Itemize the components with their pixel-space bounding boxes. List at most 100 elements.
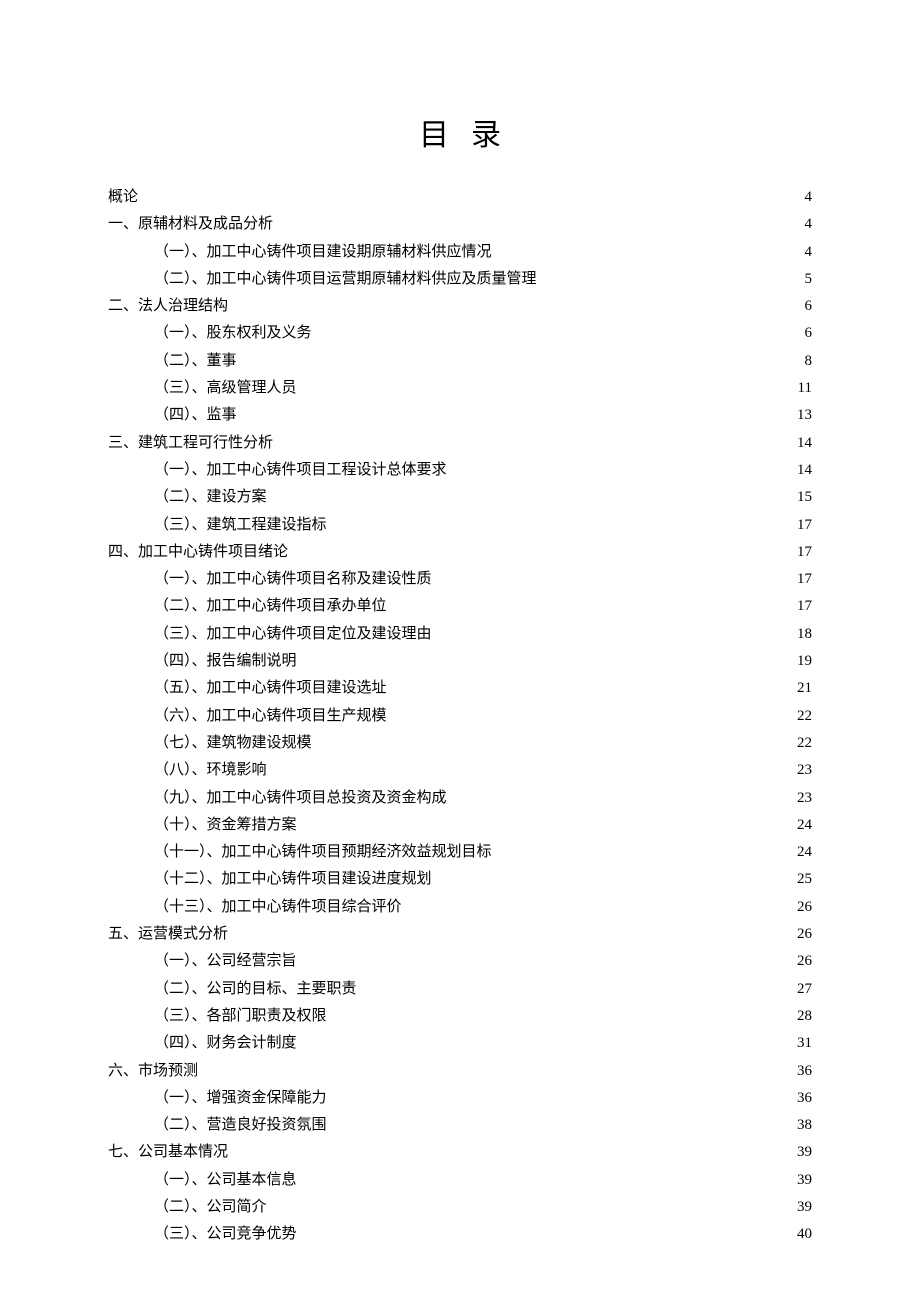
toc-entry-page: 17 [797, 566, 812, 593]
toc-entry-label: 一、原辅材料及成品分析 [108, 211, 273, 238]
toc-entry: 概论 4 [108, 184, 812, 211]
toc-entry-page: 17 [797, 593, 812, 620]
toc-entry-label: （一）、加工中心铸件项目工程设计总体要求 [154, 457, 447, 484]
toc-entry: 七、公司基本情况 39 [108, 1139, 812, 1166]
toc-entry-page: 39 [797, 1139, 812, 1166]
toc-entry: （三）、建筑工程建设指标17 [108, 512, 812, 539]
toc-entry-label: （四）、监事 [154, 402, 237, 429]
toc-entry-label: （二）、公司的目标、主要职责 [154, 976, 357, 1003]
toc-entry-page: 14 [797, 457, 812, 484]
toc-entry-page: 15 [797, 484, 812, 511]
toc-entry-label: （三）、各部门职责及权限 [154, 1003, 327, 1030]
toc-entry: （一）、加工中心铸件项目名称及建设性质 17 [108, 566, 812, 593]
toc-entry: （十三）、加工中心铸件项目综合评价 26 [108, 894, 812, 921]
toc-entry-label: （一）、公司经营宗旨 [154, 948, 297, 975]
toc-entry-page: 24 [797, 812, 812, 839]
toc-entry-page: 14 [797, 430, 812, 457]
toc-entry-label: （一）、公司基本信息 [154, 1167, 297, 1194]
toc-entry: （二）、建设方案15 [108, 484, 812, 511]
toc-entry-label: 五、运营模式分析 [108, 921, 228, 948]
toc-entry-label: （八）、环境影响 [154, 757, 267, 784]
toc-entry-label: 二、法人治理结构 [108, 293, 228, 320]
toc-entry-label: （四）、财务会计制度 [154, 1030, 297, 1057]
toc-entry: （二）、加工中心铸件项目承办单位 17 [108, 593, 812, 620]
toc-entry-label: （四）、报告编制说明 [154, 648, 297, 675]
toc-entry-page: 4 [805, 184, 813, 211]
toc-entry: 三、建筑工程可行性分析 14 [108, 430, 812, 457]
toc-entry-page: 6 [805, 293, 813, 320]
toc-entry-label: （二）、营造良好投资氛围 [154, 1112, 327, 1139]
toc-entry-page: 31 [797, 1030, 812, 1057]
toc-entry: （四）、财务会计制度 31 [108, 1030, 812, 1057]
toc-entry-page: 26 [797, 894, 812, 921]
toc-entry-label: （七）、建筑物建设规模 [154, 730, 312, 757]
toc-entry: （二）、公司的目标、主要职责 27 [108, 976, 812, 1003]
toc-entry-label: 三、建筑工程可行性分析 [108, 430, 273, 457]
toc-entry-page: 28 [797, 1003, 812, 1030]
toc-entry-page: 17 [797, 512, 812, 539]
toc-entry: 五、运营模式分析26 [108, 921, 812, 948]
toc-entry-label: （十）、资金筹措方案 [154, 812, 297, 839]
toc-entry: （一）、加工中心铸件项目工程设计总体要求 14 [108, 457, 812, 484]
toc-entry-page: 8 [805, 348, 813, 375]
toc-entry-label: （二）、加工中心铸件项目运营期原辅材料供应及质量管理 [154, 266, 537, 293]
toc-entry-label: （二）、公司简介 [154, 1194, 267, 1221]
toc-entry-page: 38 [797, 1112, 812, 1139]
toc-entry-label: （三）、高级管理人员 [154, 375, 297, 402]
toc-entry-label: （二）、董事 [154, 348, 237, 375]
toc-entry-page: 11 [798, 375, 812, 402]
toc-entry: （四）、监事 13 [108, 402, 812, 429]
toc-entry-page: 27 [797, 976, 812, 1003]
toc-entry: （十）、资金筹措方案 24 [108, 812, 812, 839]
toc-entry-page: 24 [797, 839, 812, 866]
toc-entry-label: 六、市场预测 [108, 1058, 198, 1085]
toc-entry: （三）、高级管理人员 11 [108, 375, 812, 402]
document-page: 目录 概论4一、原辅材料及成品分析4（一）、加工中心铸件项目建设期原辅材料供应情… [0, 0, 920, 1309]
toc-entry-label: （一）、增强资金保障能力 [154, 1085, 327, 1112]
toc-entry-page: 4 [805, 239, 813, 266]
toc-entry-page: 6 [805, 320, 813, 347]
toc-entry-page: 23 [797, 785, 812, 812]
toc-entry-page: 39 [797, 1167, 812, 1194]
toc-entry: （八）、环境影响23 [108, 757, 812, 784]
toc-entry: 一、原辅材料及成品分析 4 [108, 211, 812, 238]
toc-entry: （十二）、加工中心铸件项目建设进度规划25 [108, 866, 812, 893]
toc-entry: 四、加工中心铸件项目绪论17 [108, 539, 812, 566]
toc-entry: （二）、加工中心铸件项目运营期原辅材料供应及质量管理5 [108, 266, 812, 293]
toc-entry: （十一）、加工中心铸件项目预期经济效益规划目标24 [108, 839, 812, 866]
toc-entry-label: （五）、加工中心铸件项目建设选址 [154, 675, 387, 702]
toc-entry-label: （十三）、加工中心铸件项目综合评价 [154, 894, 402, 921]
toc-entry-label: 概论 [108, 184, 138, 211]
toc-entry-label: （六）、加工中心铸件项目生产规模 [154, 703, 387, 730]
toc-entry: （五）、加工中心铸件项目建设选址 21 [108, 675, 812, 702]
toc-entry: 二、法人治理结构 6 [108, 293, 812, 320]
toc-entry: 六、市场预测36 [108, 1058, 812, 1085]
toc-entry: （六）、加工中心铸件项目生产规模 22 [108, 703, 812, 730]
toc-entry: （二）、董事 8 [108, 348, 812, 375]
toc-entry-page: 19 [797, 648, 812, 675]
toc-entry-label: 七、公司基本情况 [108, 1139, 228, 1166]
toc-entry: （一）、股东权利及义务6 [108, 320, 812, 347]
toc-entry-page: 17 [797, 539, 812, 566]
toc-entry-page: 22 [797, 703, 812, 730]
toc-entry-page: 4 [805, 211, 813, 238]
toc-entry-label: （一）、加工中心铸件项目名称及建设性质 [154, 566, 432, 593]
toc-list: 概论4一、原辅材料及成品分析4（一）、加工中心铸件项目建设期原辅材料供应情况4（… [108, 184, 812, 1249]
toc-entry-label: （三）、公司竞争优势 [154, 1221, 297, 1248]
toc-entry-page: 36 [797, 1085, 812, 1112]
toc-entry-label: （二）、加工中心铸件项目承办单位 [154, 593, 387, 620]
toc-entry-label: （一）、加工中心铸件项目建设期原辅材料供应情况 [154, 239, 492, 266]
toc-entry-page: 18 [797, 621, 812, 648]
toc-entry-page: 39 [797, 1194, 812, 1221]
toc-entry: （一）、加工中心铸件项目建设期原辅材料供应情况 4 [108, 239, 812, 266]
toc-entry-label: （三）、加工中心铸件项目定位及建设理由 [154, 621, 432, 648]
toc-entry-page: 21 [797, 675, 812, 702]
toc-entry-label: （九）、加工中心铸件项目总投资及资金构成 [154, 785, 447, 812]
toc-entry: （一）、公司经营宗旨26 [108, 948, 812, 975]
toc-entry: （九）、加工中心铸件项目总投资及资金构成 23 [108, 785, 812, 812]
toc-entry-page: 13 [797, 402, 812, 429]
toc-entry: （一）、增强资金保障能力 36 [108, 1085, 812, 1112]
toc-entry-page: 25 [797, 866, 812, 893]
toc-title: 目录 [108, 110, 812, 154]
toc-entry: （一）、公司基本信息 39 [108, 1167, 812, 1194]
